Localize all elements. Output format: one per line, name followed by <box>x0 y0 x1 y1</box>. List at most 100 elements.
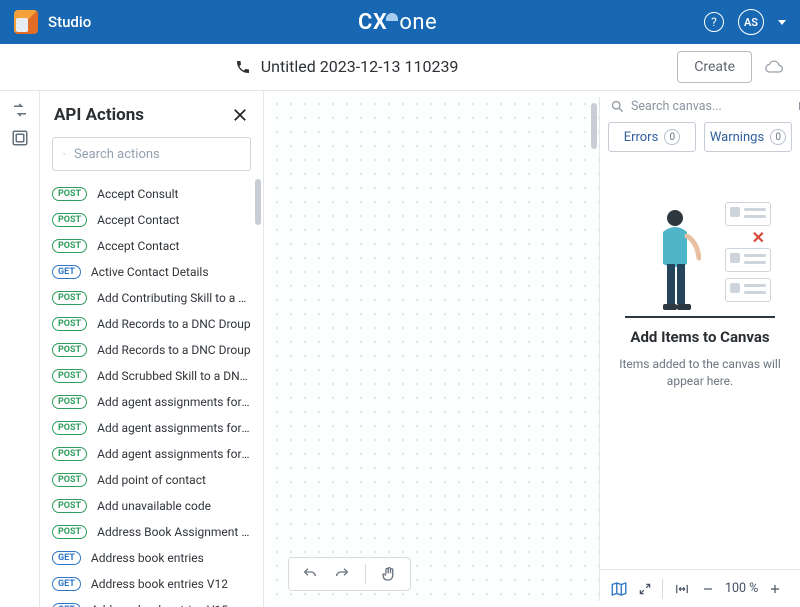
logo-cx: CX <box>358 10 387 35</box>
action-label: Add agent assignments for s... <box>97 421 251 435</box>
http-method-badge: POST <box>52 499 87 513</box>
action-row[interactable]: POSTAdd Contributing Skill to a D... <box>52 285 251 311</box>
http-method-badge: POST <box>52 213 87 227</box>
action-row[interactable]: POST Add point of contact <box>52 467 251 493</box>
cloud-sync-icon[interactable] <box>764 60 784 74</box>
canvas-search-input[interactable] <box>631 99 790 114</box>
search-icon <box>63 146 66 162</box>
action-label: Add Scrubbed Skill to a DNC... <box>97 369 251 383</box>
studio-app-icon <box>14 10 38 34</box>
divider <box>365 564 366 584</box>
action-row[interactable]: POST Add agent assignments for s... <box>52 389 251 415</box>
panel-title: API Actions <box>54 105 144 125</box>
action-row[interactable]: POST Add Records to a DNC Droup <box>52 337 251 363</box>
fit-width-icon[interactable] <box>673 582 691 596</box>
action-label: Add point of contact <box>97 473 206 487</box>
action-label: Add Records to a DNC Droup <box>97 343 251 357</box>
scrollbar-thumb[interactable] <box>255 179 261 225</box>
phone-icon <box>235 59 251 75</box>
action-label: Add unavailable code <box>97 499 211 513</box>
canvas-search[interactable] <box>610 99 790 114</box>
logo-one: one <box>399 10 437 35</box>
action-row[interactable]: GET Address book entries <box>52 545 251 571</box>
action-row[interactable]: POST Add agent assignments for s... <box>52 441 251 467</box>
http-method-badge: POST <box>52 343 87 357</box>
action-row[interactable]: GET Address book entries V12 <box>52 571 251 597</box>
zoom-in-button[interactable] <box>768 582 782 596</box>
document-title[interactable]: Untitled 2023-12-13 110239 <box>261 57 459 76</box>
app-header: Studio CX one ? AS <box>0 0 800 44</box>
http-method-badge: POST <box>52 369 87 383</box>
empty-body: Items added to the canvas will appear he… <box>616 356 784 391</box>
tab-warnings[interactable]: Warnings 0 <box>704 122 792 152</box>
fullscreen-icon[interactable] <box>638 582 652 596</box>
http-method-badge: POST <box>52 421 87 435</box>
action-row[interactable]: POST Accept Consult <box>52 181 251 207</box>
tab-label: Warnings <box>710 130 764 145</box>
empty-state: ✕ Add Items to Canvas Items added to the… <box>600 162 800 569</box>
scrollbar-thumb[interactable] <box>591 103 597 149</box>
errors-count: 0 <box>664 129 680 145</box>
http-method-badge: GET <box>52 577 81 591</box>
redo-button[interactable] <box>333 566 351 582</box>
map-icon[interactable] <box>610 580 628 598</box>
close-icon[interactable] <box>231 106 249 124</box>
action-label: Add Records to a DNC Droup <box>97 317 251 331</box>
action-label: Address book entries V15 <box>91 603 228 607</box>
action-label: Add Contributing Skill to a D... <box>97 291 251 305</box>
tab-errors[interactable]: Errors 0 <box>608 122 696 152</box>
create-button[interactable]: Create <box>677 51 752 83</box>
action-label: Address book entries V12 <box>91 577 228 591</box>
person-icon <box>653 208 701 316</box>
actions-search[interactable] <box>52 137 251 171</box>
document-titlebar: Untitled 2023-12-13 110239 Create <box>0 44 800 90</box>
canvas-toolbar <box>288 557 411 591</box>
canvas[interactable] <box>270 97 600 601</box>
action-row[interactable]: POSTAccept Contact <box>52 233 251 259</box>
actions-search-input[interactable] <box>74 147 240 162</box>
zoom-out-button[interactable] <box>701 582 715 596</box>
pan-button[interactable] <box>380 565 398 583</box>
action-label: Accept Contact <box>97 213 179 227</box>
action-row[interactable]: POST Add unavailable code <box>52 493 251 519</box>
action-row[interactable]: POST Accept Contact <box>52 207 251 233</box>
warnings-count: 0 <box>770 129 786 145</box>
action-row[interactable]: POST Add Scrubbed Skill to a DNC... <box>52 363 251 389</box>
http-method-badge: POST <box>52 317 87 331</box>
http-method-badge: POST <box>52 473 87 487</box>
action-list: POSTAccept ConsultPOSTAccept ContactPOST… <box>40 179 263 607</box>
http-method-badge: GET <box>52 603 81 607</box>
action-row[interactable]: GET Address book entries V15 <box>52 597 251 607</box>
http-method-badge: POST <box>52 395 87 409</box>
inspector-footer: 100 % <box>600 569 800 607</box>
action-label: Add agent assignments for s... <box>97 447 251 461</box>
chevron-down-icon[interactable] <box>778 20 786 25</box>
undo-button[interactable] <box>301 566 319 582</box>
action-row[interactable]: GET Active Contact Details <box>52 259 251 285</box>
app-name: Studio <box>48 13 91 31</box>
action-label: Active Contact Details <box>91 265 209 279</box>
user-avatar[interactable]: AS <box>738 9 764 35</box>
http-method-badge: POST <box>52 447 87 461</box>
action-label: Address book entries <box>91 551 204 565</box>
tab-label: Errors <box>624 130 659 145</box>
action-row[interactable]: POST Add agent assignments for s... <box>52 415 251 441</box>
empty-title: Add Items to Canvas <box>630 328 769 346</box>
action-label: Accept Contact <box>97 239 179 253</box>
action-label: Address Book Assignment V4 <box>97 525 251 539</box>
divider <box>662 579 663 599</box>
api-actions-panel: API Actions POSTAccept ConsultPOSTAccept… <box>40 91 264 607</box>
action-label: Add agent assignments for s... <box>97 395 251 409</box>
zoom-value: 100 % <box>725 581 758 596</box>
action-row[interactable]: POST Address Book Assignment V4 <box>52 519 251 545</box>
help-icon[interactable]: ? <box>704 12 724 32</box>
swap-icon[interactable] <box>11 101 29 119</box>
action-label: Accept Consult <box>97 187 178 201</box>
http-method-badge: GET <box>52 551 81 565</box>
http-method-badge: POST <box>52 525 87 539</box>
http-method-badge: POST <box>52 187 87 201</box>
action-row[interactable]: POST Add Records to a DNC Droup <box>52 311 251 337</box>
template-icon[interactable] <box>11 129 29 147</box>
cloud-icon <box>386 13 398 21</box>
http-method-badge: GET <box>52 265 81 279</box>
